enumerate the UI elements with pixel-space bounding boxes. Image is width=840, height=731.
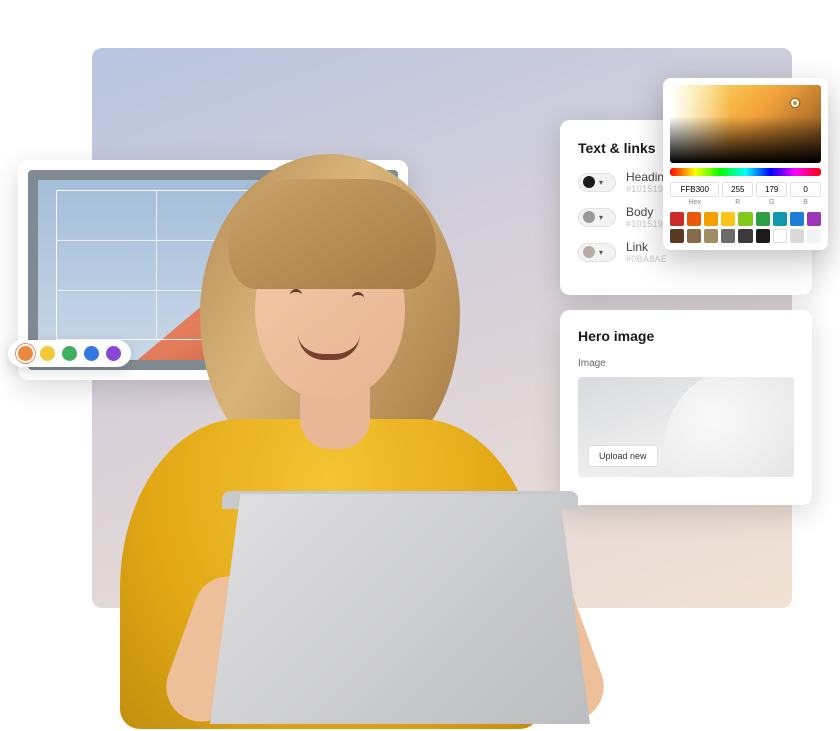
link-hex: #0BA8AE [626,254,667,264]
preset-swatch[interactable] [773,229,787,243]
preset-swatch[interactable] [773,212,787,226]
g-input[interactable] [756,182,787,197]
hex-label: Hex [688,199,700,206]
swatch-purple[interactable] [106,346,121,361]
swatch-orange[interactable] [18,346,33,361]
preset-grid [670,212,821,243]
preset-swatch[interactable] [738,229,752,243]
color-gradient-area[interactable] [670,85,821,163]
crop-grid-overlay[interactable] [56,190,356,340]
gradient-cursor[interactable] [791,99,799,107]
hero-preview: Upload new [578,377,794,477]
preset-swatch[interactable] [807,212,821,226]
swatch-bar [8,340,131,367]
chevron-down-icon: ▾ [599,248,603,257]
g-label: G [769,199,774,206]
hero-subtitle: Image [578,358,794,369]
preset-swatch[interactable] [687,212,701,226]
preset-swatch[interactable] [721,212,735,226]
b-input[interactable] [790,182,821,197]
link-color-dot [583,246,595,258]
hero-image-panel: Hero image Image Upload new [560,310,812,505]
preset-swatch[interactable] [704,229,718,243]
swatch-green[interactable] [62,346,77,361]
body-color-toggle[interactable]: ▾ [578,208,616,227]
hue-slider[interactable] [670,168,821,176]
preset-swatch[interactable] [790,229,804,243]
preset-swatch[interactable] [756,229,770,243]
link-color-toggle[interactable]: ▾ [578,243,616,262]
preset-swatch[interactable] [756,212,770,226]
body-color-dot [583,211,595,223]
preset-swatch[interactable] [721,229,735,243]
preset-swatch[interactable] [790,212,804,226]
chevron-down-icon: ▾ [599,178,603,187]
link-label: Link [626,240,667,254]
preset-swatch[interactable] [807,229,821,243]
chevron-down-icon: ▾ [599,213,603,222]
swatch-blue[interactable] [84,346,99,361]
headings-color-toggle[interactable]: ▾ [578,173,616,192]
hex-input[interactable] [670,182,719,197]
preset-swatch[interactable] [738,212,752,226]
r-label: R [735,199,740,206]
preset-swatch[interactable] [687,229,701,243]
body-label: Body [626,205,663,219]
hero-title: Hero image [578,328,794,344]
preset-swatch[interactable] [670,229,684,243]
hero-preview-graphic [664,377,794,477]
body-hex: #101519 [626,219,663,229]
r-input[interactable] [722,182,753,197]
preset-swatch[interactable] [670,212,684,226]
upload-new-button[interactable]: Upload new [588,445,658,467]
b-label: B [803,199,808,206]
preset-swatch[interactable] [704,212,718,226]
swatch-yellow[interactable] [40,346,55,361]
color-picker: Hex R G B [663,78,828,250]
headings-color-dot [583,176,595,188]
picker-inputs: Hex R G B [670,182,821,206]
